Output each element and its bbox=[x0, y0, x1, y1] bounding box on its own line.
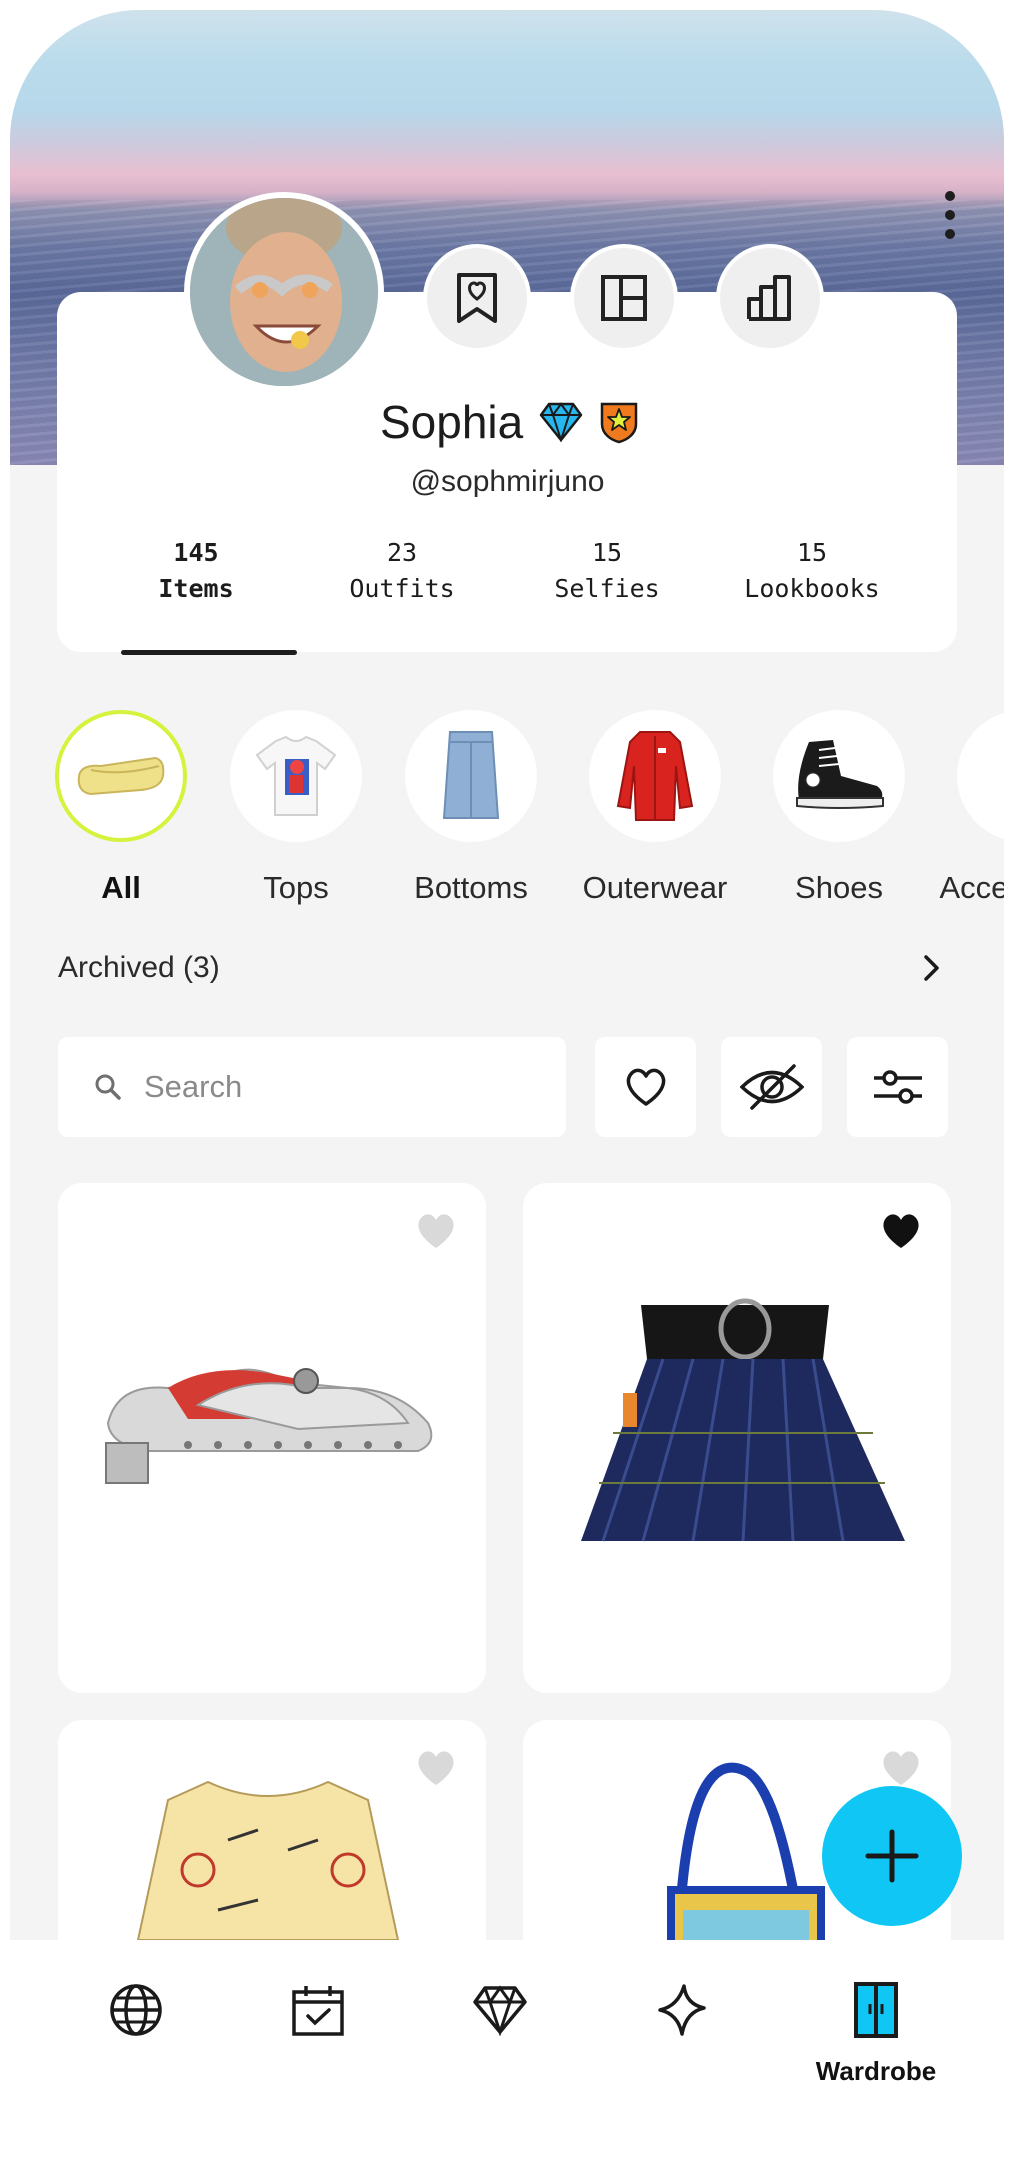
profile-name: Sophia bbox=[380, 396, 524, 448]
category-tops[interactable]: Tops bbox=[204, 710, 388, 906]
more-options-button[interactable] bbox=[930, 180, 970, 250]
nav-calendar[interactable] bbox=[248, 1978, 388, 2056]
accessory-image bbox=[993, 731, 1004, 821]
stat-count: 15 bbox=[796, 538, 828, 567]
denim-skirt-image bbox=[442, 731, 500, 819]
bookmark-heart-icon bbox=[457, 273, 497, 323]
add-item-button[interactable] bbox=[822, 1786, 962, 1926]
stat-label: Items bbox=[158, 574, 234, 603]
eye-off-icon bbox=[739, 1064, 804, 1110]
diamond-badge-icon bbox=[539, 402, 583, 442]
stat-outfits[interactable]: 23 Outfits bbox=[302, 535, 502, 607]
sneaker-image bbox=[796, 740, 884, 809]
category-shoes[interactable]: Shoes bbox=[747, 710, 931, 906]
stat-lookbooks[interactable]: 15 Lookbooks bbox=[712, 535, 912, 607]
star-shield-badge-icon bbox=[600, 402, 638, 444]
nav-label: Wardrobe bbox=[815, 2056, 937, 2086]
filter-settings-button[interactable] bbox=[847, 1037, 948, 1137]
stat-count: 15 bbox=[591, 538, 623, 567]
category-thumbnail bbox=[957, 710, 1004, 842]
stats-button[interactable] bbox=[716, 244, 824, 352]
category-label: Shoes bbox=[795, 870, 883, 905]
favorite-toggle-icon[interactable] bbox=[879, 1748, 923, 1788]
bottom-navigation: Wardrobe bbox=[10, 1940, 1004, 2179]
dot-icon bbox=[945, 191, 955, 201]
stat-label: Outfits bbox=[349, 574, 455, 603]
dot-icon bbox=[945, 210, 955, 220]
favorite-toggle-icon[interactable] bbox=[879, 1211, 923, 1251]
nav-explore[interactable] bbox=[66, 1978, 206, 2056]
category-thumbnail bbox=[589, 710, 721, 842]
avatar-image bbox=[190, 198, 378, 386]
category-outerwear[interactable]: Outerwear bbox=[563, 710, 747, 906]
stat-count: 23 bbox=[386, 538, 418, 567]
tshirt-image bbox=[255, 735, 337, 816]
bar-chart-icon bbox=[747, 275, 791, 321]
category-thumbnail bbox=[405, 710, 537, 842]
item-card[interactable] bbox=[523, 1183, 951, 1693]
category-bottoms[interactable]: Bottoms bbox=[379, 710, 563, 906]
nav-wardrobe[interactable]: Wardrobe bbox=[806, 1978, 946, 2087]
category-accessories[interactable]: Accessories bbox=[931, 710, 1004, 906]
wardrobe-icon bbox=[854, 1982, 898, 2038]
search-input[interactable] bbox=[144, 1069, 524, 1105]
item-card[interactable] bbox=[58, 1183, 486, 1693]
profile-handle: @sophmirjuno bbox=[410, 465, 605, 498]
favorite-toggle-icon[interactable] bbox=[414, 1748, 458, 1788]
nav-premium[interactable] bbox=[430, 1978, 570, 2056]
stat-items[interactable]: 145 Items bbox=[96, 535, 296, 607]
category-label: Accessories bbox=[939, 870, 1004, 905]
category-thumbnail bbox=[230, 710, 362, 842]
red-jacket-image bbox=[616, 731, 694, 821]
calendar-check-icon bbox=[292, 1986, 344, 2036]
stat-label: Lookbooks bbox=[744, 574, 880, 603]
layout-grid-icon bbox=[601, 275, 647, 321]
archived-label: Archived (3) bbox=[58, 951, 220, 984]
active-tab-indicator bbox=[121, 650, 297, 655]
app-screen: Sophia @sophmirjuno 145 Items 23 Outfits… bbox=[10, 10, 1004, 2169]
favorite-toggle-icon[interactable] bbox=[414, 1211, 458, 1251]
profile-name-row: Sophia bbox=[380, 392, 639, 452]
diamond-icon bbox=[473, 1985, 527, 2036]
stat-label: Selfies bbox=[554, 574, 660, 603]
heart-outline-icon bbox=[626, 1068, 665, 1106]
category-thumbnail bbox=[55, 710, 187, 842]
saved-looks-button[interactable] bbox=[423, 244, 531, 352]
category-thumbnail bbox=[773, 710, 905, 842]
category-label: All bbox=[101, 870, 141, 905]
plus-icon bbox=[865, 1829, 919, 1883]
stat-count: 145 bbox=[173, 538, 219, 567]
globe-icon bbox=[110, 1984, 162, 2036]
category-all[interactable]: All bbox=[29, 710, 213, 906]
item-image-skirt bbox=[581, 1298, 905, 1542]
clutch-bag-image bbox=[77, 756, 165, 796]
category-label: Outerwear bbox=[582, 870, 728, 905]
category-label: Tops bbox=[263, 870, 329, 905]
category-label: Bottoms bbox=[414, 870, 528, 905]
item-image-clog bbox=[105, 1368, 433, 1484]
avatar[interactable] bbox=[184, 192, 384, 392]
search-icon bbox=[95, 1074, 121, 1100]
search-box[interactable] bbox=[58, 1037, 566, 1137]
stat-selfies[interactable]: 15 Selfies bbox=[507, 535, 707, 607]
sparkle-icon bbox=[658, 1984, 706, 2036]
dot-icon bbox=[945, 229, 955, 239]
sliders-icon bbox=[873, 1070, 922, 1104]
archived-row[interactable]: Archived (3) bbox=[58, 945, 943, 991]
chevron-right-icon bbox=[924, 955, 939, 981]
hidden-items-filter-button[interactable] bbox=[721, 1037, 822, 1137]
nav-ai-stylist[interactable] bbox=[612, 1978, 752, 2056]
layout-button[interactable] bbox=[570, 244, 678, 352]
favorites-filter-button[interactable] bbox=[595, 1037, 696, 1137]
